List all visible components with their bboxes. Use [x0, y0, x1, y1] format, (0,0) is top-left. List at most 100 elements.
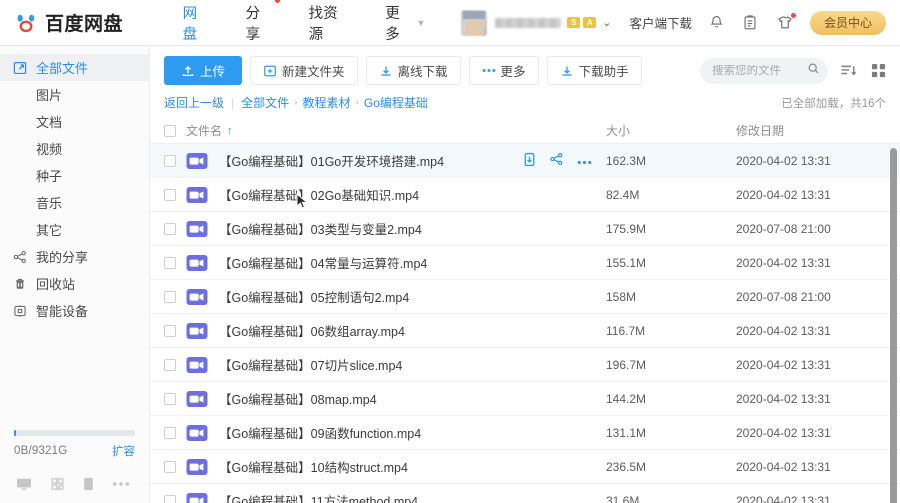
- sidebar-item-pictures[interactable]: 图片: [0, 81, 149, 108]
- row-checkbox[interactable]: [164, 494, 176, 503]
- sort-list-icon[interactable]: [840, 63, 857, 78]
- toolbar: 上传 新建文件夹 离线下载 更多 下载助手 搜索您的文件: [150, 46, 900, 93]
- sidebar-item-others[interactable]: 其它: [0, 216, 149, 243]
- file-modified-date: 2020-04-02 13:31: [736, 425, 831, 440]
- desktop-icon[interactable]: [16, 477, 32, 491]
- search-icon[interactable]: [807, 62, 820, 80]
- row-checkbox[interactable]: [164, 188, 176, 201]
- row-checkbox[interactable]: [164, 358, 176, 371]
- file-name[interactable]: 【Go编程基础】04常量与运算符.mp4: [219, 253, 606, 272]
- file-size: 196.7M: [606, 357, 647, 372]
- tshirt-icon[interactable]: [776, 11, 797, 32]
- table-row[interactable]: 【Go编程基础】04常量与运算符.mp4 155.1M 2020-04-02 13:…: [150, 246, 900, 280]
- file-name[interactable]: 【Go编程基础】03类型与变量2.mp4: [219, 219, 606, 238]
- row-checkbox[interactable]: [164, 290, 176, 303]
- file-name[interactable]: 【Go编程基础】08map.mp4: [219, 389, 606, 408]
- sidebar-item-torrents[interactable]: 种子: [0, 162, 149, 189]
- file-size: 82.4M: [606, 187, 640, 202]
- new-folder-button[interactable]: 新建文件夹: [250, 56, 358, 85]
- app-header: 百度网盘 网盘 分享 找资源 更多 ▼ S A ⌄ 客户端下载 会员中心: [0, 0, 900, 52]
- video-file-icon: [186, 390, 208, 408]
- sidebar-item-music[interactable]: 音乐: [0, 189, 149, 216]
- bell-icon[interactable]: [708, 14, 726, 32]
- breadcrumb-item-all-files[interactable]: 全部文件: [241, 94, 289, 111]
- more-dots-icon[interactable]: [112, 481, 130, 487]
- breadcrumb-item-tutorial[interactable]: 教程素材: [303, 94, 351, 111]
- row-checkbox[interactable]: [164, 324, 176, 337]
- more-dots-icon[interactable]: [577, 154, 592, 168]
- client-download-link[interactable]: 客户端下载: [629, 13, 692, 32]
- folder-all-icon: [12, 61, 28, 75]
- video-file-icon: [186, 220, 208, 238]
- breadcrumb-separator-icon: ›: [355, 97, 359, 108]
- sidebar-item-label: 音乐: [36, 196, 63, 211]
- search-input[interactable]: [712, 64, 807, 77]
- sidebar-item-videos[interactable]: 视频: [0, 135, 149, 162]
- grid-view-icon[interactable]: [871, 63, 886, 78]
- row-checkbox[interactable]: [164, 256, 176, 269]
- table-row[interactable]: 【Go编程基础】06数组array.mp4 116.7M 2020-04-02 13…: [150, 314, 900, 348]
- file-name[interactable]: 【Go编程基础】09函数function.mp4: [219, 423, 606, 442]
- download-helper-icon: [560, 64, 574, 78]
- row-checkbox[interactable]: [164, 154, 176, 167]
- file-name[interactable]: 【Go编程基础】07切片slice.mp4: [219, 355, 606, 374]
- trash-icon: [12, 277, 28, 291]
- file-name[interactable]: 【Go编程基础】05控制语句2.mp4: [219, 287, 606, 306]
- sidebar-item-my-shares[interactable]: 我的分享: [0, 243, 149, 270]
- column-header-name[interactable]: 文件名 ↑: [186, 122, 606, 139]
- sidebar-item-all-files[interactable]: 全部文件: [0, 54, 149, 81]
- row-checkbox[interactable]: [164, 392, 176, 405]
- mobile-qr-icon[interactable]: [50, 477, 65, 491]
- sidebar-item-smart-devices[interactable]: 智能设备: [0, 297, 149, 324]
- download-helper-button[interactable]: 下载助手: [546, 56, 642, 85]
- file-name[interactable]: 【Go编程基础】02Go基础知识.mp4: [219, 185, 606, 204]
- column-header-size[interactable]: 大小: [606, 122, 736, 139]
- new-badge-dot-icon: [274, 0, 280, 3]
- sidebar-item-documents[interactable]: 文档: [0, 108, 149, 135]
- user-menu[interactable]: S A ⌄: [461, 9, 611, 36]
- table-row[interactable]: 【Go编程基础】03类型与变量2.mp4 175.9M 2020-07-08 21:…: [150, 212, 900, 246]
- storage-widget: 0B/9321G 扩容: [0, 430, 149, 467]
- file-size: 144.2M: [606, 391, 647, 406]
- tablet-icon[interactable]: [83, 477, 94, 491]
- row-checkbox[interactable]: [164, 426, 176, 439]
- vertical-scrollbar[interactable]: [890, 148, 897, 503]
- sidebar-item-recycle-bin[interactable]: 回收站: [0, 270, 149, 297]
- table-row[interactable]: 【Go编程基础】02Go基础知识.mp4 82.4M 2020-04-02 13:3…: [150, 178, 900, 212]
- file-modified-date: 2020-04-02 13:31: [736, 153, 831, 168]
- clipboard-icon[interactable]: [742, 14, 760, 32]
- breadcrumb-item-current[interactable]: Go编程基础: [364, 94, 428, 111]
- smart-device-icon: [12, 304, 28, 318]
- baidu-bear-paw-logo-icon: [14, 11, 38, 35]
- offline-download-button[interactable]: 离线下载: [365, 56, 461, 85]
- table-row[interactable]: 【Go编程基础】07切片slice.mp4 196.7M 2020-04-02 13…: [150, 348, 900, 382]
- table-row[interactable]: 【Go编程基础】05控制语句2.mp4 158M 2020-07-08 21:00: [150, 280, 900, 314]
- save-to-device-icon[interactable]: [523, 152, 536, 170]
- file-name[interactable]: 【Go编程基础】06数组array.mp4: [219, 321, 606, 340]
- button-label: 离线下载: [397, 65, 448, 79]
- vip-center-button[interactable]: 会员中心: [809, 10, 886, 35]
- back-to-parent-link[interactable]: 返回上一级: [164, 94, 224, 111]
- notification-dot-icon: [789, 11, 797, 19]
- row-checkbox[interactable]: [164, 222, 176, 235]
- column-header-date[interactable]: 修改日期: [736, 122, 886, 139]
- search-box[interactable]: [700, 57, 828, 84]
- share-icon[interactable]: [549, 152, 564, 169]
- table-row[interactable]: 【Go编程基础】09函数function.mp4 131.1M 2020-04-02…: [150, 416, 900, 450]
- table-row[interactable]: 【Go编程基础】10结构struct.mp4 236.5M 2020-04-02 1…: [150, 450, 900, 484]
- table-row[interactable]: 【Go编程基础】08map.mp4 144.2M 2020-04-02 13:31: [150, 382, 900, 416]
- file-name[interactable]: 【Go编程基础】10结构struct.mp4: [219, 457, 606, 476]
- table-row[interactable]: 【Go编程基础】01Go开发环境搭建.mp4 162.3M 2020-04-02 1…: [150, 144, 900, 178]
- table-row[interactable]: 【Go编程基础】11方法method.mp4 31.6M 2020-04-02 13…: [150, 484, 900, 503]
- nav-label: 更多: [385, 5, 400, 43]
- upload-button[interactable]: 上传: [164, 56, 243, 85]
- row-checkbox[interactable]: [164, 460, 176, 473]
- expand-storage-link[interactable]: 扩容: [112, 443, 135, 459]
- select-all-checkbox[interactable]: [164, 124, 176, 137]
- file-name[interactable]: 【Go编程基础】11方法method.mp4: [219, 491, 606, 503]
- table-header: 文件名 ↑ 大小 修改日期: [150, 118, 900, 144]
- file-name[interactable]: 【Go编程基础】01Go开发环境搭建.mp4: [219, 151, 523, 170]
- logo[interactable]: 百度网盘: [14, 9, 169, 36]
- button-label: 更多: [500, 65, 526, 79]
- more-button[interactable]: 更多: [468, 56, 539, 85]
